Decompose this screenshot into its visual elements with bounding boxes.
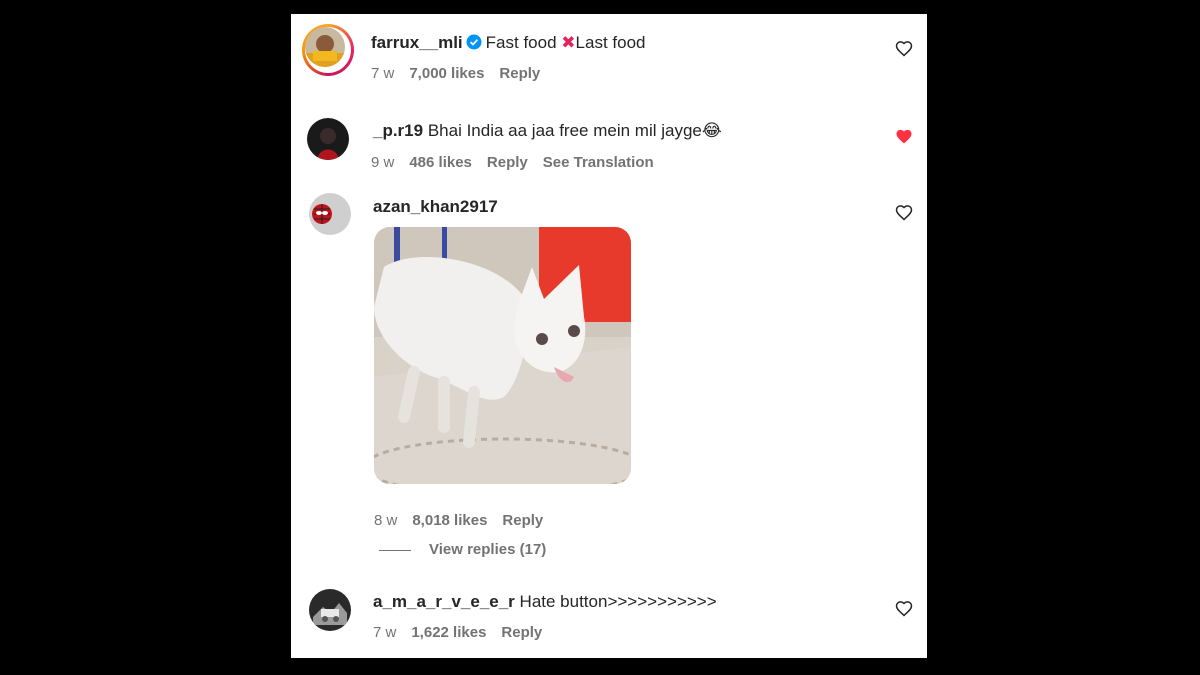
comment-meta: 9 w 486 likes Reply See Translation <box>371 154 669 172</box>
comment-item: farrux__mli Fast food ✖Last food 7 w 7,000… <box>291 14 927 104</box>
view-replies-label: View replies (17) <box>429 541 547 558</box>
comment-meta: 7 w 7,000 likes Reply <box>371 65 555 83</box>
comment-age: 8 w <box>374 512 398 529</box>
heart-outline-icon[interactable] <box>895 600 913 618</box>
comment-item: _p.r19 Bhai India aa jaa free mein mil j… <box>291 104 927 194</box>
comment-body: a_m_a_r_v_e_e_r Hate button>>>>>>>>>>> <box>373 591 717 613</box>
likes-count[interactable]: 8,018 likes <box>412 512 487 529</box>
reply-button[interactable]: Reply <box>501 624 542 641</box>
avatar[interactable] <box>305 27 345 67</box>
avatar[interactable] <box>309 193 351 235</box>
comment-username[interactable]: azan_khan2917 <box>373 197 498 216</box>
comment-body: _p.r19 Bhai India aa jaa free mein mil j… <box>373 120 722 142</box>
likes-count[interactable]: 1,622 likes <box>411 624 486 641</box>
comment-age: 7 w <box>373 624 397 641</box>
comment-age: 9 w <box>371 154 395 171</box>
heart-outline-icon[interactable] <box>895 204 913 222</box>
story-ring[interactable] <box>302 24 354 76</box>
comment-body: azan_khan2917 <box>373 196 498 218</box>
comment-text: Hate button>>>>>>>>>>> <box>519 592 717 611</box>
comment-meta: 7 w 1,622 likes Reply <box>373 624 557 642</box>
comment-text: Bhai India aa jaa free mein mil jayge😂 <box>427 121 722 140</box>
reply-button[interactable]: Reply <box>502 512 543 529</box>
view-replies-button[interactable]: View replies (17) <box>379 541 546 558</box>
verified-badge-icon <box>466 34 482 50</box>
comment-age: 7 w <box>371 65 395 82</box>
comment-username[interactable]: a_m_a_r_v_e_e_r <box>373 592 515 611</box>
likes-count[interactable]: 7,000 likes <box>409 65 484 82</box>
reply-button[interactable]: Reply <box>487 154 528 171</box>
comment-item: a_m_a_r_v_e_e_r Hate button>>>>>>>>>>> 7… <box>291 580 927 658</box>
heart-filled-icon[interactable] <box>895 128 913 146</box>
comments-panel: farrux__mli Fast food ✖Last food 7 w 7,000… <box>291 14 927 658</box>
comment-item: azan_khan2917 8 w 8,018 likes Reply <box>291 190 927 580</box>
cross-mark-icon: ✖ <box>561 33 576 52</box>
avatar[interactable] <box>307 118 349 160</box>
comment-meta: 8 w 8,018 likes Reply <box>374 512 558 530</box>
comment-text: Fast food <box>485 33 557 52</box>
comment-username[interactable]: farrux__mli <box>371 33 463 52</box>
see-translation-link[interactable]: See Translation <box>543 154 654 171</box>
heart-outline-icon[interactable] <box>895 40 913 58</box>
comment-text-after: Last food <box>575 33 646 52</box>
reply-button[interactable]: Reply <box>499 65 540 82</box>
likes-count[interactable]: 486 likes <box>409 154 472 171</box>
comment-body: farrux__mli Fast food ✖Last food <box>371 32 645 54</box>
replies-divider <box>379 549 411 551</box>
comment-username[interactable]: _p.r19 <box>373 121 423 140</box>
gif-attachment[interactable] <box>374 227 631 484</box>
avatar[interactable] <box>309 589 351 631</box>
